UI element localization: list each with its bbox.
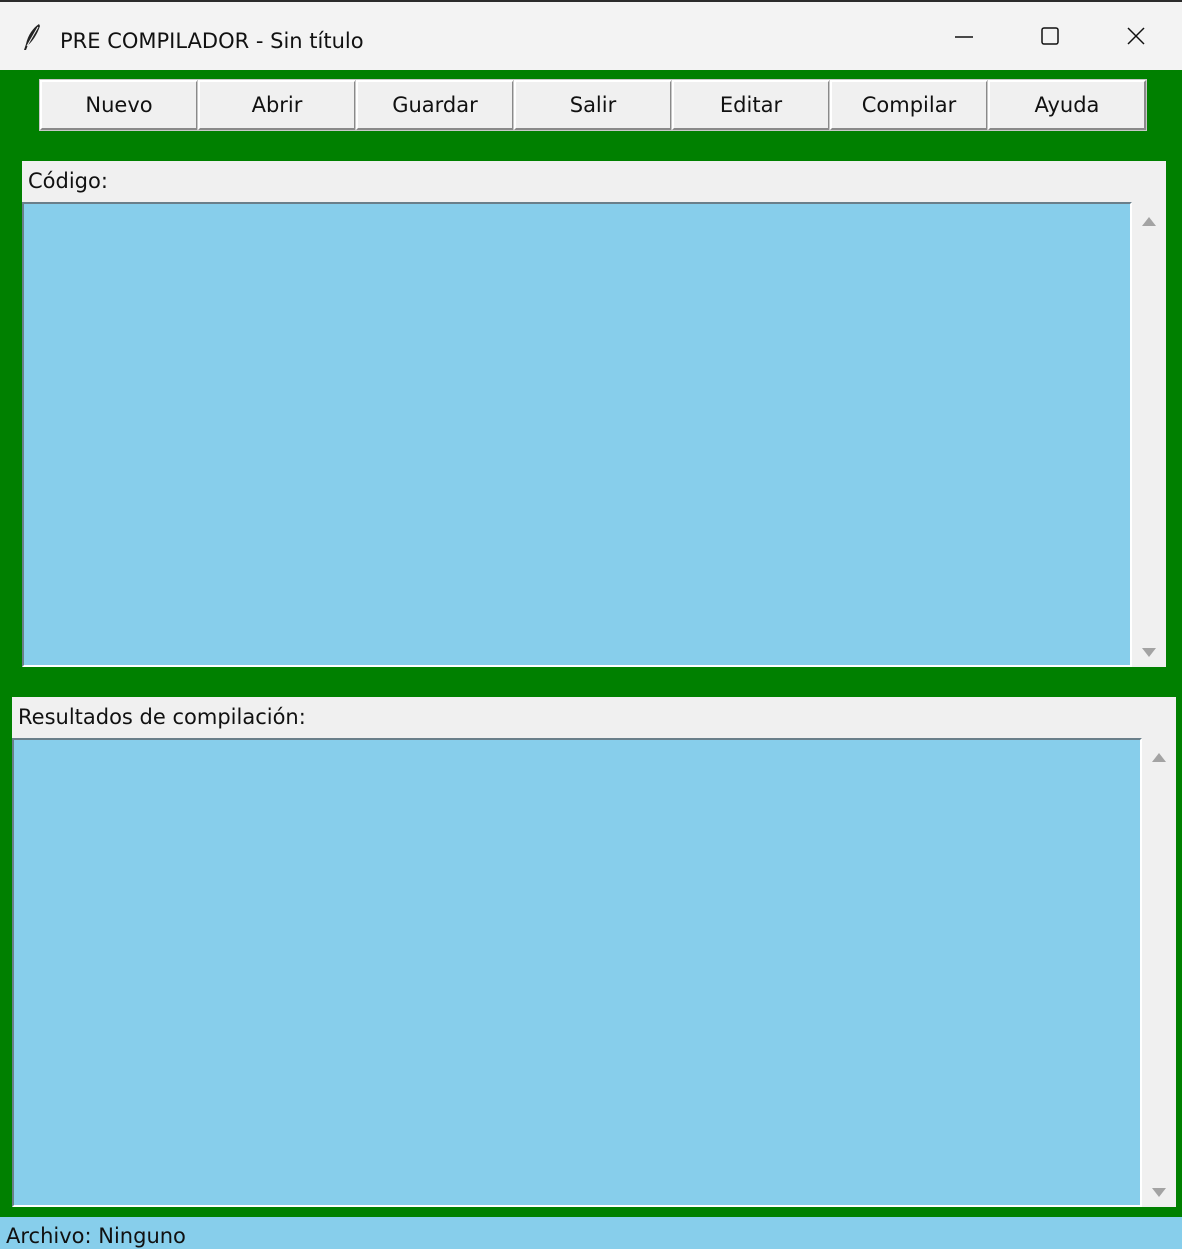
code-scrollbar[interactable]	[1132, 202, 1166, 667]
window-title: PRE COMPILADOR - Sin título	[60, 29, 364, 53]
ayuda-button[interactable]: Ayuda	[987, 79, 1147, 131]
salir-button[interactable]: Salir	[513, 79, 673, 131]
code-panel: Código:	[22, 161, 1166, 667]
nuevo-button[interactable]: Nuevo	[39, 79, 199, 131]
results-label: Resultados de compilación:	[18, 705, 306, 729]
minimize-icon	[955, 36, 973, 38]
title-bar[interactable]: PRE COMPILADOR - Sin título	[0, 0, 1182, 70]
status-bar: Archivo: Ninguno	[0, 1217, 1182, 1249]
app-window: PRE COMPILADOR - Sin título Nuevo Abrir …	[0, 0, 1182, 1249]
editar-button[interactable]: Editar	[671, 79, 831, 131]
scroll-down-arrow-icon[interactable]	[1152, 1188, 1166, 1197]
guardar-button[interactable]: Guardar	[355, 79, 515, 131]
results-panel: Resultados de compilación:	[12, 697, 1176, 1207]
close-button[interactable]	[1090, 2, 1182, 70]
scroll-up-arrow-icon[interactable]	[1152, 753, 1166, 762]
compilar-button[interactable]: Compilar	[829, 79, 989, 131]
results-text-area[interactable]	[12, 738, 1142, 1207]
abrir-button[interactable]: Abrir	[197, 79, 357, 131]
results-scrollbar[interactable]	[1142, 738, 1176, 1207]
scroll-down-arrow-icon[interactable]	[1142, 648, 1156, 657]
scroll-up-arrow-icon[interactable]	[1142, 217, 1156, 226]
status-text: Archivo: Ninguno	[6, 1224, 186, 1248]
maximize-button[interactable]	[1004, 2, 1096, 70]
code-label: Código:	[28, 169, 108, 193]
maximize-icon	[1041, 27, 1059, 45]
feather-icon	[24, 24, 40, 50]
minimize-button[interactable]	[918, 2, 1010, 70]
close-icon	[1127, 27, 1145, 45]
toolbar: Nuevo Abrir Guardar Salir Editar Compila…	[39, 79, 1147, 131]
code-text-area[interactable]	[22, 202, 1132, 667]
